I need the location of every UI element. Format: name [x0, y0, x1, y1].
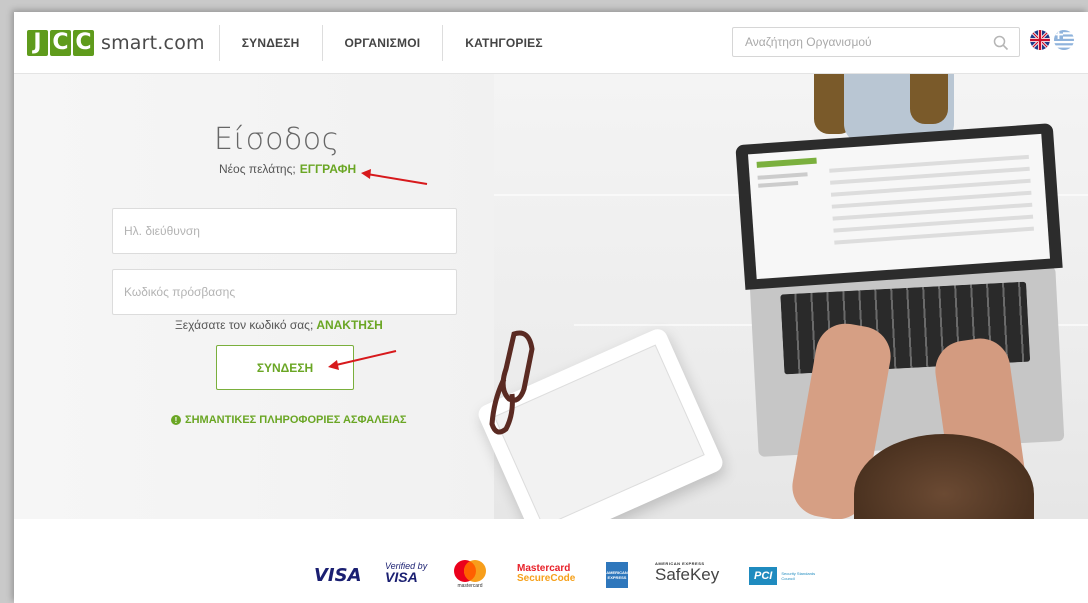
security-info-text: ΣΗΜΑΝΤΙΚΕΣ ΠΛΗΡΟΦΟΡΙΕΣ ΑΣΦΑΛΕΙΑΣ — [185, 414, 407, 426]
main-nav: ΣΥΝΔΕΣΗ ΟΡΓΑΝΙΣΜΟΙ ΚΑΤΗΓΟΡΙΕΣ — [218, 24, 565, 61]
greek-flag-icon[interactable] — [1054, 30, 1074, 50]
mastercard-securecode-logo: Mastercard SecureCode — [517, 563, 575, 584]
forgot-password-text: Ξεχάσατε τον κωδικό σας; — [175, 318, 314, 332]
pci-text: PCI — [749, 567, 778, 585]
amex-text: AMERICAN EXPRESS — [606, 562, 628, 588]
logo-letter: J — [27, 29, 48, 56]
mastercard-logo: mastercard — [452, 559, 488, 589]
laptop-screen-content — [747, 133, 1051, 280]
login-title: Είσοδος — [214, 122, 340, 157]
browser-page: J C C smart.com ΣΥΝΔΕΣΗ ΟΡΓΑΝΙΣΜΟΙ ΚΑΤΗΓ… — [14, 12, 1088, 603]
register-link[interactable]: ΕΓΓΡΑΦΗ — [300, 162, 356, 176]
nav-item-login[interactable]: ΣΥΝΔΕΣΗ — [218, 24, 322, 61]
hero-section: Είσοδος Νέος πελάτης; ΕΓΓΡΑΦΗ Ξεχάσατε το… — [14, 74, 1088, 519]
password-field-box — [112, 269, 457, 315]
pci-council-text: Security Standards Council — [781, 571, 816, 581]
recover-link[interactable]: ΑΝΑΚΤΗΣΗ — [316, 318, 383, 332]
jcc-logo[interactable]: J C C smart.com — [27, 29, 205, 56]
annotation-arrow — [328, 350, 397, 370]
logo-letter: C — [73, 29, 94, 56]
security-info-link[interactable]: ! ΣΗΜΑΝΤΙΚΕΣ ΠΛΗΡΟΦΟΡΙΕΣ ΑΣΦΑΛΕΙΑΣ — [171, 414, 407, 426]
safekey-logo: AMERICAN EXPRESS SafeKey — [655, 561, 719, 585]
annotation-arrow — [361, 169, 428, 185]
nav-item-categories[interactable]: ΚΑΤΗΓΟΡΙΕΣ — [442, 24, 564, 61]
nav-item-organisations[interactable]: ΟΡΓΑΝΙΣΜΟΙ — [321, 24, 443, 61]
forgot-password-line: Ξεχάσατε τον κωδικό σας; ΑΝΑΚΤΗΣΗ — [175, 318, 383, 332]
verified-visa-text: VISA — [385, 569, 418, 585]
language-switcher — [1030, 30, 1074, 50]
search-icon[interactable] — [993, 35, 1009, 51]
logo-letter: C — [50, 29, 71, 56]
visa-logo: VISA — [314, 565, 362, 586]
laptop-screen-image — [735, 123, 1063, 290]
amex-logo: AMERICAN EXPRESS — [606, 562, 628, 588]
logo-text: smart.com — [101, 31, 205, 54]
mastercard-text: mastercard — [457, 583, 483, 589]
glasses-image — [489, 330, 535, 435]
laptop-screen-table — [756, 154, 1035, 245]
info-icon: ! — [171, 415, 181, 425]
shoe-image — [910, 74, 948, 124]
uk-flag-icon[interactable] — [1030, 30, 1050, 50]
visa-text: VISA — [314, 565, 362, 586]
search-input[interactable] — [733, 35, 983, 49]
password-field[interactable] — [113, 270, 456, 314]
search-box — [732, 27, 1020, 57]
verified-by-visa-logo: Verified by VISA — [385, 561, 427, 585]
email-field-box — [112, 208, 457, 254]
footer-payment-logos: VISA Verified by VISA mastercard Masterc… — [14, 519, 1088, 603]
mc-secure-bottom-text: SecureCode — [517, 573, 576, 584]
site-header: J C C smart.com ΣΥΝΔΕΣΗ ΟΡΓΑΝΙΣΜΟΙ ΚΑΤΗΓ… — [14, 12, 1088, 74]
pci-logo: PCI Security Standards Council — [749, 567, 821, 585]
new-client-text: Νέος πελάτης; — [219, 162, 296, 176]
safekey-text: SafeKey — [655, 565, 720, 584]
mastercard-circles-icon — [454, 560, 486, 582]
email-field[interactable] — [113, 209, 456, 253]
new-client-line: Νέος πελάτης; ΕΓΓΡΑΦΗ — [219, 162, 356, 176]
